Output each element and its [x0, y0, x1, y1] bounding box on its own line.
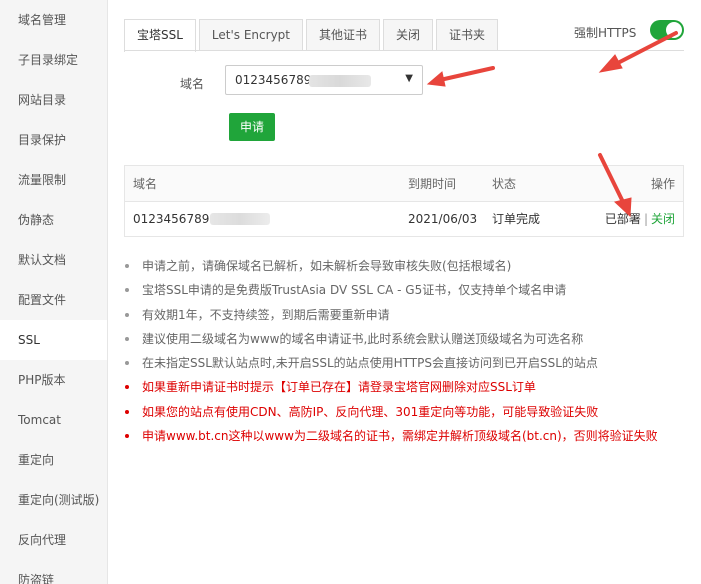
tab-divider — [124, 50, 684, 51]
sidebar: 域名管理 子目录绑定 网站目录 目录保护 流量限制 伪静态 默认文档 配置文件 … — [0, 0, 108, 584]
row-domain: 0123456789. — [133, 212, 214, 226]
list-item-warning: 如果重新申请证书时提示【订单已存在】请登录宝塔官网删除对应SSL订单 — [124, 375, 694, 399]
sidebar-item-reverse-proxy[interactable]: 反向代理 — [0, 520, 107, 560]
sidebar-item-default-document[interactable]: 默认文档 — [0, 240, 107, 280]
column-header-domain: 域名 — [133, 177, 158, 191]
list-item: 申请之前，请确保域名已解析，如未解析会导致审核失败(包括根域名) — [124, 254, 694, 278]
close-link[interactable]: 关闭 — [651, 212, 675, 226]
list-item-warning: 申请www.bt.cn这种以www为二级域名的证书，需绑定并解析顶级域名(bt.… — [124, 424, 694, 448]
list-item: 建议使用二级域名为www的域名申请证书,此时系统会默认赠送顶级域名为可选名称 — [124, 327, 694, 351]
row-actions: 已部署 | 关闭 — [605, 202, 675, 236]
tab-other-certificate[interactable]: 其他证书 — [306, 19, 381, 51]
dropdown-caret-icon: ▼ — [405, 73, 413, 84]
tab-certificate-folder[interactable]: 证书夹 — [436, 19, 499, 51]
column-header-status: 状态 — [492, 177, 517, 191]
table-header: 域名 到期时间 状态 操作 — [125, 166, 683, 202]
deployed-text: 已部署 — [604, 212, 641, 226]
row-expire-date: 2021/06/03 — [408, 212, 478, 226]
sidebar-item-domain-management[interactable]: 域名管理 — [0, 0, 107, 40]
table-row: 0123456789. 2021/06/03 订单完成 已部署 | 关闭 — [125, 202, 683, 236]
column-header-action: 操作 — [650, 177, 675, 191]
redacted-domain-suffix — [210, 213, 270, 225]
force-https-label: 强制HTTPS — [574, 26, 637, 40]
notes-list: 申请之前，请确保域名已解析，如未解析会导致审核失败(包括根域名) 宝塔SSL申请… — [124, 254, 694, 448]
list-item: 在未指定SSL默认站点时,未开启SSL的站点使用HTTPS会直接访问到已开启SS… — [124, 351, 694, 375]
sidebar-item-traffic-limit[interactable]: 流量限制 — [0, 160, 107, 200]
redacted-domain-suffix — [309, 75, 371, 87]
list-item-warning: 如果您的站点有使用CDN、高防IP、反向代理、301重定向等功能，可能导致验证失… — [124, 400, 694, 424]
apply-button[interactable]: 申请 — [229, 113, 275, 141]
sidebar-item-redirect-beta[interactable]: 重定向(测试版) — [0, 480, 107, 520]
sidebar-item-site-directory[interactable]: 网站目录 — [0, 80, 107, 120]
domain-label: 域名 — [180, 77, 205, 91]
sidebar-item-subdirectory-binding[interactable]: 子目录绑定 — [0, 40, 107, 80]
action-separator: | — [643, 212, 648, 226]
column-header-expire: 到期时间 — [408, 177, 457, 191]
sidebar-item-tomcat[interactable]: Tomcat — [0, 400, 107, 440]
sidebar-item-config-file[interactable]: 配置文件 — [0, 280, 107, 320]
row-status: 订单完成 — [492, 212, 541, 226]
sidebar-item-php-version[interactable]: PHP版本 — [0, 360, 107, 400]
sidebar-item-rewrite[interactable]: 伪静态 — [0, 200, 107, 240]
list-item: 有效期1年，不支持续签，到期后需要重新申请 — [124, 303, 694, 327]
list-item: 宝塔SSL申请的是免费版TrustAsia DV SSL CA - G5证书，仅… — [124, 278, 694, 302]
domain-select[interactable]: 0123456789. ▼ — [225, 65, 423, 95]
tab-baota-ssl[interactable]: 宝塔SSL — [124, 19, 196, 52]
toggle-knob — [666, 22, 682, 38]
certificate-table: 域名 到期时间 状态 操作 0123456789. 2021/06/03 订单完… — [124, 165, 684, 237]
tab-lets-encrypt[interactable]: Let's Encrypt — [198, 19, 303, 51]
sidebar-item-hotlink-protection[interactable]: 防盗链 — [0, 560, 107, 584]
ssl-panel: 宝塔SSL Let's Encrypt 其他证书 关闭 证书夹 强制HTTPS … — [124, 0, 701, 584]
force-https-toggle[interactable] — [650, 20, 684, 40]
sidebar-item-redirect[interactable]: 重定向 — [0, 440, 107, 480]
ssl-tabs: 宝塔SSL Let's Encrypt 其他证书 关闭 证书夹 — [124, 19, 501, 52]
sidebar-item-directory-protection[interactable]: 目录保护 — [0, 120, 107, 160]
sidebar-item-ssl[interactable]: SSL — [0, 320, 107, 360]
tab-close[interactable]: 关闭 — [383, 19, 434, 51]
domain-select-value: 0123456789. — [235, 73, 316, 87]
